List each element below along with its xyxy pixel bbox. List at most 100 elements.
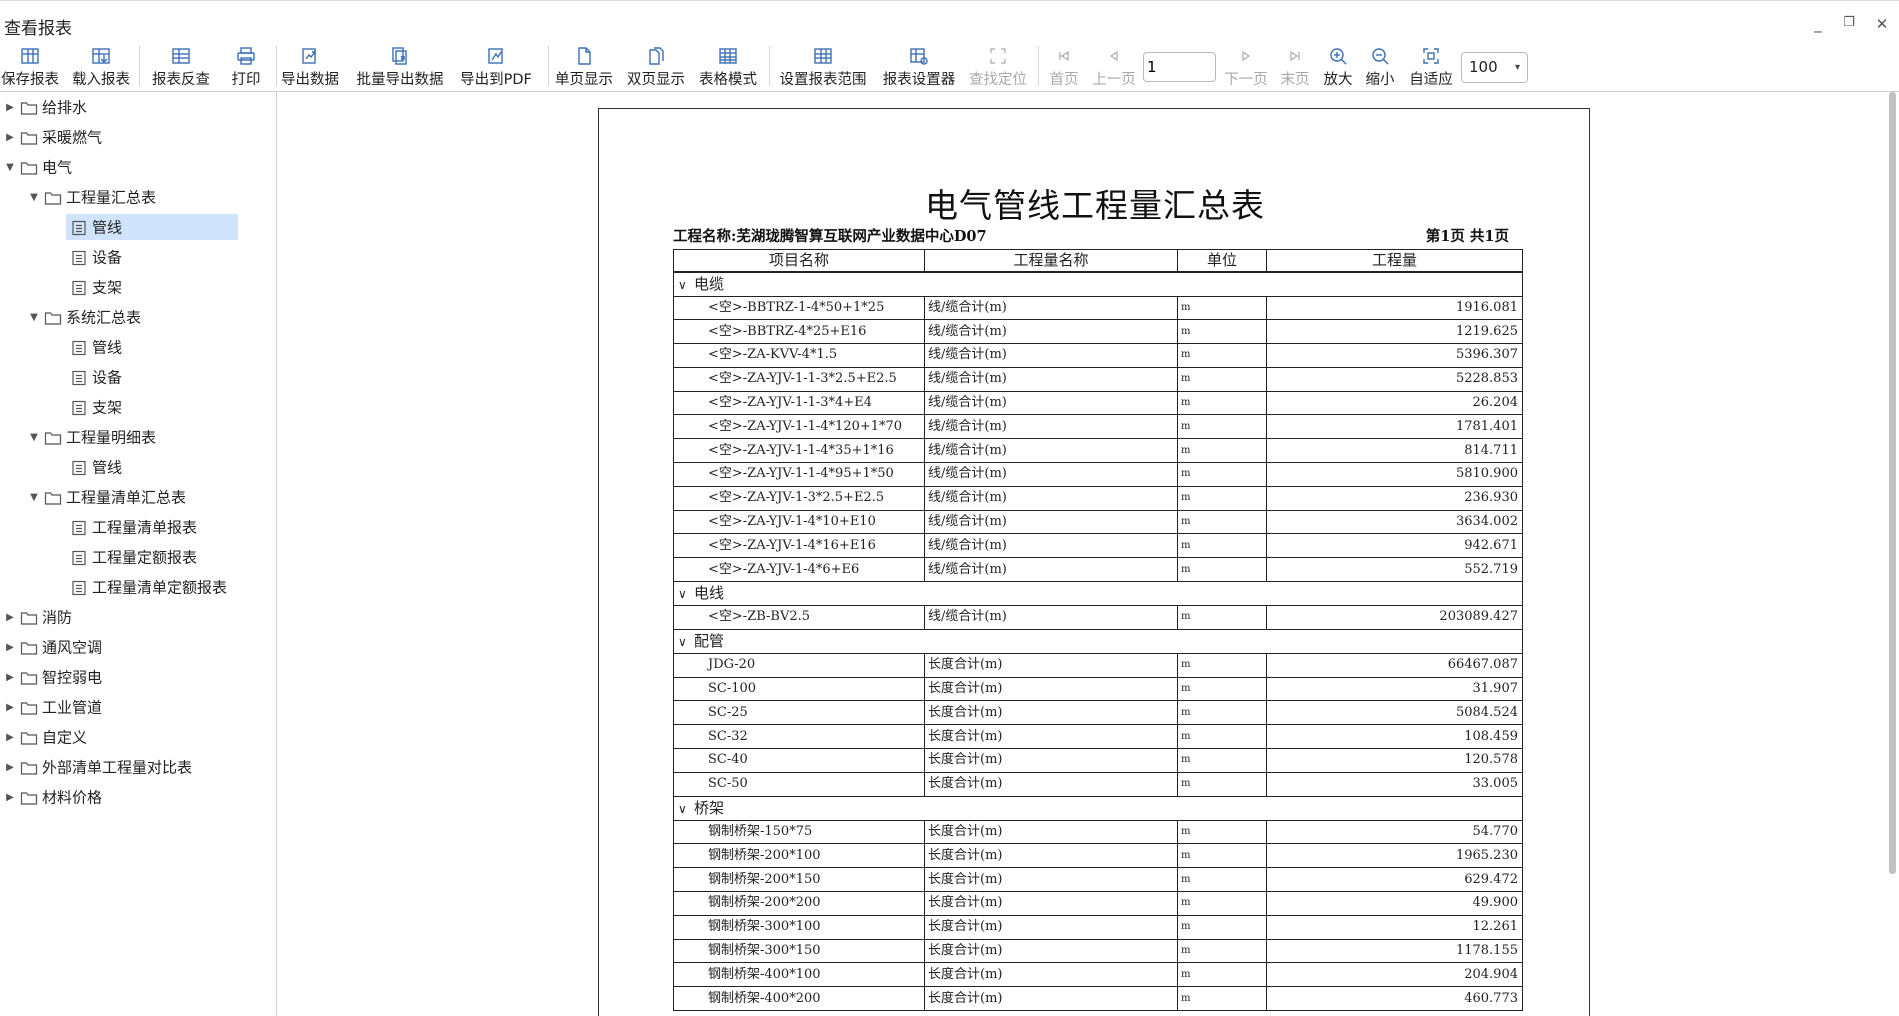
quantity-cell: 1965.230	[1266, 843, 1523, 869]
page-number-input[interactable]	[1143, 52, 1216, 82]
quantity-name-cell: 线/缆合计(m)	[924, 366, 1178, 392]
toolbar-button-table-mode[interactable]: 表格模式	[673, 44, 783, 90]
tree-item[interactable]: ▶ 消防	[4, 604, 72, 630]
tree-item[interactable]: 支架	[66, 274, 122, 300]
unit-cell: m	[1177, 485, 1267, 511]
zoom-select[interactable]: 100 ▾	[1461, 52, 1528, 83]
quantity-cell: 204.904	[1266, 962, 1523, 988]
tree-item[interactable]: ▶ 通风空调	[4, 634, 102, 660]
tree-item[interactable]: 工程量清单定额报表	[66, 574, 227, 600]
tree-item-label: 工程量汇总表	[66, 188, 157, 207]
report-file-icon	[70, 400, 88, 416]
toolbar-button-label: 表格模式	[699, 72, 757, 88]
tree-item[interactable]: 管线	[66, 214, 238, 240]
table-row: 钢制桥架-150*75 长度合计(m) m 54.770	[673, 819, 1523, 845]
expand-arrow-down-icon[interactable]: ▼	[28, 425, 40, 451]
item-name-cell: 钢制桥架-150*75	[673, 819, 925, 845]
report-file-icon	[70, 220, 88, 236]
tree-item[interactable]: ▼ 电气	[4, 154, 72, 180]
quantity-name-cell: 长度合计(m)	[924, 724, 1178, 750]
tree-item[interactable]: 管线	[66, 454, 122, 480]
tree-item[interactable]: ▶ 自定义	[4, 724, 87, 750]
toolbar-button-report-range[interactable]: 设置报表范围	[768, 44, 878, 90]
quantity-cell: 12.261	[1266, 914, 1523, 940]
expand-arrow-down-icon[interactable]: ▼	[4, 155, 16, 181]
expand-arrow-down-icon[interactable]: ▼	[28, 305, 40, 331]
tree-item[interactable]: 工程量清单报表	[66, 514, 197, 540]
expand-arrow-right-icon[interactable]: ▶	[4, 635, 16, 661]
table-row: 钢制桥架-400*200 长度合计(m) m 460.773	[673, 986, 1523, 1012]
tree-item[interactable]: ▶ 给排水	[4, 94, 87, 120]
tree-item-label: 管线	[92, 338, 123, 357]
tree-item[interactable]: 支架	[66, 394, 122, 420]
unit-cell: m	[1177, 724, 1267, 750]
quantity-name-cell: 线/缆合计(m)	[924, 485, 1178, 511]
tree-item[interactable]: ▶ 智控弱电	[4, 664, 102, 690]
table-row: <空>-ZA-YJV-1-1-4*35+1*16 线/缆合计(m) m 814.711	[673, 438, 1523, 464]
unit-cell: m	[1177, 414, 1267, 440]
tree-item[interactable]: 工程量定额报表	[66, 544, 197, 570]
group-cell: ∨ 电缆	[673, 271, 1523, 297]
tree-item[interactable]: 设备	[66, 364, 122, 390]
folder-icon	[20, 790, 38, 806]
expand-arrow-down-icon[interactable]: ▼	[28, 485, 40, 511]
quantity-name-cell: 长度合计(m)	[924, 676, 1178, 702]
expand-arrow-right-icon[interactable]: ▶	[4, 785, 16, 811]
collapse-chevron-icon[interactable]: ∨	[678, 274, 694, 296]
quantity-name-cell: 线/缆合计(m)	[924, 295, 1178, 321]
quantity-name-cell: 线/缆合计(m)	[924, 533, 1178, 559]
collapse-chevron-icon[interactable]: ∨	[678, 798, 694, 820]
expand-arrow-right-icon[interactable]: ▶	[4, 665, 16, 691]
quantity-name-cell: 长度合计(m)	[924, 986, 1178, 1012]
item-name-cell: SC-100	[673, 676, 925, 702]
close-button[interactable]: ✕	[1872, 15, 1892, 33]
expand-arrow-right-icon[interactable]: ▶	[4, 755, 16, 781]
tree-item[interactable]: ▼ 工程量清单汇总表	[28, 484, 186, 510]
expand-arrow-down-icon[interactable]: ▼	[28, 185, 40, 211]
tree-item-label: 工业管道	[42, 698, 103, 717]
tree-item[interactable]: ▼ 工程量明细表	[28, 424, 156, 450]
tree-item-label: 采暖燃气	[42, 128, 103, 147]
unit-cell: m	[1177, 938, 1267, 964]
collapse-chevron-icon[interactable]: ∨	[678, 631, 694, 653]
expand-arrow-right-icon[interactable]: ▶	[4, 725, 16, 751]
unit-cell: m	[1177, 462, 1267, 487]
tree-item-label: 管线	[92, 218, 123, 237]
unit-cell: m	[1177, 819, 1267, 845]
collapse-chevron-icon[interactable]: ∨	[678, 583, 694, 605]
tree-item-label: 工程量清单定额报表	[92, 578, 228, 597]
item-name-cell: <空>-ZA-KVV-4*1.5	[673, 343, 925, 368]
tree-item[interactable]: ▶ 材料价格	[4, 784, 102, 810]
item-name-cell: 钢制桥架-300*100	[673, 914, 925, 940]
tree-item[interactable]: 设备	[66, 244, 122, 270]
quantity-cell: 5228.853	[1266, 366, 1523, 392]
tree-item[interactable]: ▶ 采暖燃气	[4, 124, 102, 150]
toolbar-separator	[548, 46, 549, 86]
batch-export-icon	[345, 44, 455, 66]
quantity-name-cell: 长度合计(m)	[924, 891, 1178, 916]
group-label: 桥架	[694, 798, 725, 817]
toolbar: 保存报表 载入报表 报表反查 打印 导出数据 批量导出数据 导出到PDF 单页显示 双页显示 表格…	[0, 40, 1899, 92]
quantity-name-cell: 长度合计(m)	[924, 843, 1178, 869]
tree-item[interactable]: 管线	[66, 334, 122, 360]
expand-arrow-right-icon[interactable]: ▶	[4, 605, 16, 631]
restore-button[interactable]: ❐	[1839, 15, 1859, 30]
minimize-button[interactable]: _	[1808, 15, 1828, 33]
tree-item[interactable]: ▼ 工程量汇总表	[28, 184, 156, 210]
tree-item[interactable]: ▼ 系统汇总表	[28, 304, 141, 330]
folder-icon	[20, 730, 38, 746]
expand-arrow-right-icon[interactable]: ▶	[4, 95, 16, 121]
report-file-icon	[70, 250, 88, 266]
expand-arrow-right-icon[interactable]: ▶	[4, 695, 16, 721]
report-file-icon	[70, 460, 88, 476]
toolbar-button-batch-export[interactable]: 批量导出数据	[345, 44, 455, 90]
scrollbar-thumb[interactable]	[1889, 92, 1896, 874]
item-name-cell: <空>-ZA-YJV-1-1-4*95+1*50	[673, 462, 925, 487]
tree-item[interactable]: ▶ 外部清单工程量对比表	[4, 754, 192, 780]
expand-arrow-right-icon[interactable]: ▶	[4, 125, 16, 151]
tree-item[interactable]: ▶ 工业管道	[4, 694, 102, 720]
quantity-name-cell: 线/缆合计(m)	[924, 509, 1178, 535]
vertical-scrollbar[interactable]	[1886, 92, 1899, 1016]
folder-icon	[20, 100, 38, 116]
quantity-cell: 49.900	[1266, 891, 1523, 916]
